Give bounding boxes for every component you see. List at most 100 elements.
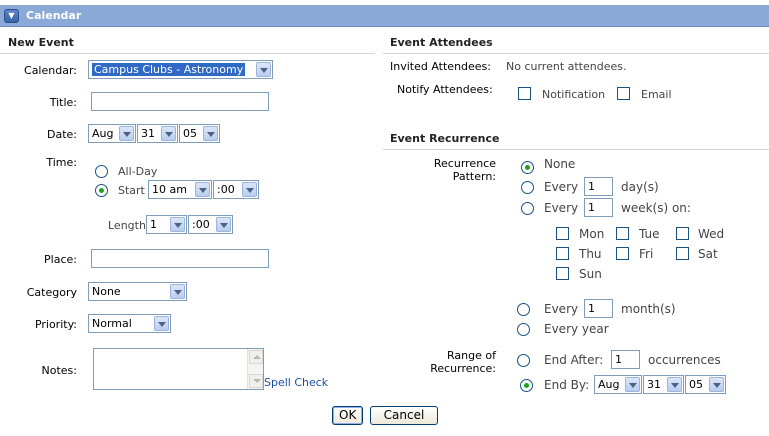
start-radio[interactable]	[95, 184, 108, 197]
invited-attendees-value: No current attendees.	[506, 60, 627, 73]
weekday-thu-label: Thu	[579, 247, 602, 261]
end-after-radio[interactable]	[517, 354, 530, 367]
start-minute-select[interactable]: :00	[213, 180, 259, 199]
notes-label: Notes:	[41, 364, 77, 377]
recurrence-pattern-label-1: Recurrence	[433, 157, 496, 170]
length-minutes-select[interactable]: :00	[188, 215, 233, 234]
end-by-label: End By:	[544, 378, 590, 392]
recurrence-none-radio[interactable]	[521, 161, 534, 174]
title-input[interactable]	[91, 92, 269, 111]
divider	[383, 149, 769, 150]
time-label: Time:	[46, 156, 77, 169]
weekday-wed-label: Wed	[698, 227, 725, 241]
recurrence-none-label: None	[544, 157, 576, 171]
date-day-value: 31	[141, 127, 155, 140]
end-by-year-select[interactable]: 05	[685, 375, 726, 394]
weekday-fri-checkbox[interactable]	[616, 247, 629, 260]
email-checkbox[interactable]	[617, 87, 630, 100]
every-days-label: Every	[544, 180, 579, 194]
weekday-sun-label: Sun	[579, 267, 602, 281]
length-minutes-value: :00	[192, 218, 210, 231]
category-label: Category	[26, 286, 77, 299]
notes-textarea[interactable]	[93, 348, 264, 390]
notification-label: Notification	[542, 88, 606, 101]
place-input[interactable]	[91, 249, 269, 268]
every-weeks-input[interactable]: 1	[584, 198, 613, 217]
collapse-chevron-icon[interactable]: ▼	[4, 9, 19, 23]
end-by-month-select[interactable]: Aug	[594, 375, 642, 394]
range-label-2: Recurrence:	[430, 362, 496, 375]
end-by-radio[interactable]	[520, 379, 533, 392]
length-label: Length	[108, 219, 146, 232]
recurrence-monthly-radio[interactable]	[517, 303, 530, 316]
every-days-input[interactable]: 1	[584, 177, 613, 196]
window-title: Calendar	[26, 9, 82, 22]
divider	[0, 53, 375, 54]
event-attendees-heading: Event Attendees	[390, 36, 493, 49]
start-hour-value: 10 am	[152, 183, 187, 196]
weekday-tue-label: Tue	[639, 227, 660, 241]
title-label: Title:	[49, 96, 77, 109]
category-select[interactable]: None	[88, 282, 187, 301]
every-months-input[interactable]: 1	[584, 299, 613, 318]
notification-checkbox[interactable]	[518, 87, 531, 100]
date-day-select[interactable]: 31	[137, 124, 178, 143]
calendar-select[interactable]: Campus Clubs - Astronomy	[88, 60, 273, 79]
dropdown-arrow-icon	[667, 377, 682, 392]
start-minute-value: :00	[217, 183, 235, 196]
ok-button[interactable]: OK	[332, 406, 363, 425]
weekday-tue-checkbox[interactable]	[616, 227, 629, 240]
dropdown-arrow-icon	[195, 182, 210, 197]
recurrence-yearly-radio[interactable]	[517, 323, 530, 336]
weeks-unit-label: week(s) on:	[621, 201, 691, 215]
cancel-button[interactable]: Cancel	[370, 406, 438, 425]
notes-scrollbar[interactable]	[247, 349, 263, 389]
every-year-label: Every year	[544, 322, 609, 336]
dropdown-arrow-icon	[170, 217, 185, 232]
weekday-sun-checkbox[interactable]	[556, 267, 569, 280]
recurrence-daily-radio[interactable]	[521, 181, 534, 194]
weekday-sat-label: Sat	[698, 247, 718, 261]
end-after-input[interactable]: 1	[611, 350, 640, 369]
start-hour-select[interactable]: 10 am	[148, 180, 212, 199]
every-months-label: Every	[544, 302, 579, 316]
notify-attendees-label: Notify Attendees:	[397, 83, 493, 96]
priority-label: Priority:	[34, 318, 77, 331]
length-hours-value: 1	[150, 218, 157, 231]
date-year-select[interactable]: 05	[179, 124, 220, 143]
weekday-mon-checkbox[interactable]	[556, 227, 569, 240]
dropdown-arrow-icon	[170, 284, 185, 299]
start-label: Start	[118, 184, 145, 197]
dropdown-arrow-icon	[256, 62, 271, 77]
end-by-day-value: 31	[647, 378, 661, 391]
invited-attendees-label: Invited Attendees:	[390, 60, 491, 73]
dropdown-arrow-icon	[161, 126, 176, 141]
length-hours-select[interactable]: 1	[146, 215, 187, 234]
recurrence-weekly-radio[interactable]	[521, 202, 534, 215]
weekday-fri-label: Fri	[639, 247, 654, 261]
dropdown-arrow-icon	[203, 126, 218, 141]
weekday-wed-checkbox[interactable]	[676, 227, 689, 240]
end-by-day-select[interactable]: 31	[643, 375, 684, 394]
calendar-label: Calendar:	[24, 64, 77, 77]
allday-radio[interactable]	[95, 165, 108, 178]
end-after-label: End After:	[544, 353, 604, 367]
spell-check-link[interactable]: Spell Check	[264, 376, 328, 389]
occurrences-label: occurrences	[648, 353, 721, 367]
dropdown-arrow-icon	[154, 316, 169, 331]
months-unit-label: month(s)	[621, 302, 676, 316]
range-label-1: Range of	[447, 349, 496, 362]
event-recurrence-heading: Event Recurrence	[390, 132, 500, 145]
recurrence-pattern-label-2: Pattern:	[452, 170, 496, 183]
place-label: Place:	[44, 253, 77, 266]
weekday-sat-checkbox[interactable]	[676, 247, 689, 260]
scroll-down-icon[interactable]	[249, 374, 263, 388]
date-label: Date:	[47, 128, 77, 141]
allday-label: All-Day	[118, 165, 158, 178]
priority-select[interactable]: Normal	[88, 314, 171, 333]
date-month-value: Aug	[92, 127, 114, 140]
date-month-select[interactable]: Aug	[88, 124, 136, 143]
weekday-thu-checkbox[interactable]	[556, 247, 569, 260]
weekday-mon-label: Mon	[579, 227, 605, 241]
scroll-up-icon[interactable]	[249, 350, 263, 364]
